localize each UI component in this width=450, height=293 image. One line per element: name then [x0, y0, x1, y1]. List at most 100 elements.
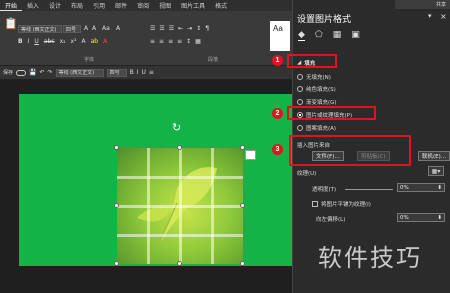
group-font-label: 字体 — [84, 57, 95, 63]
fill-line-icon[interactable]: ◆ — [298, 30, 305, 41]
multilevel-icon[interactable]: ☰ — [169, 25, 174, 32]
decrease-indent-icon[interactable]: ⇤ — [178, 25, 183, 32]
text-effect-icon[interactable]: A — [82, 38, 86, 45]
resize-handle[interactable] — [114, 203, 119, 208]
change-case-icon[interactable]: Aa — [102, 25, 110, 32]
group-paragraph-label: 段落 — [208, 57, 219, 63]
qt-underline-icon[interactable]: U — [141, 69, 145, 76]
align-left-icon[interactable]: ≡ — [150, 38, 155, 45]
tab-review[interactable]: 审阅 — [132, 1, 154, 10]
italic-icon[interactable]: I — [28, 38, 30, 45]
fill-option-pattern[interactable]: 图案填充(A) — [297, 124, 336, 132]
pane-options-dropdown[interactable]: ▾ — [428, 12, 432, 20]
resize-handle[interactable] — [177, 261, 182, 266]
paste-icon[interactable]: 📋 — [4, 17, 18, 30]
ribbon-tab-bar: 开始 插入 设计 布局 引用 邮件 审阅 视图 图片工具 格式 — [0, 0, 292, 11]
texture-picker-icon[interactable]: ▦▾ — [428, 166, 444, 176]
paragraph-row-1: ☰ ☰ ☰ ⇤ ⇥ ↕ ¶ — [150, 25, 209, 32]
offset-left-label: 向左偏移(L) — [316, 217, 346, 223]
spinner-arrows-icon: ⬍ — [437, 184, 442, 191]
radio-icon — [297, 86, 303, 92]
paragraph-row-2: ≡ ≡ ≡ ≡ ↕ ▦ — [150, 38, 201, 45]
resize-handle[interactable] — [177, 145, 182, 150]
grow-font-icon[interactable]: A — [84, 25, 88, 32]
font-name-select[interactable]: 等线 (西文正文) — [18, 25, 62, 33]
qt-align-icon[interactable]: ≡ — [149, 69, 154, 76]
tab-picture-tools[interactable]: 图片工具 — [176, 1, 210, 10]
tile-texture-checkbox[interactable]: 将图片平铺为纹理(I) — [312, 200, 371, 208]
styles-gallery[interactable]: Aa — [270, 21, 290, 51]
tab-home[interactable]: 开始 — [0, 1, 23, 11]
step-badge-3: 3 — [272, 144, 283, 155]
resize-handle[interactable] — [240, 145, 245, 150]
selected-picture[interactable] — [117, 148, 243, 264]
redo-icon[interactable]: ↷ — [48, 69, 53, 76]
option-label: 纯色填充(S) — [306, 87, 336, 93]
shading-icon[interactable]: ▦ — [195, 38, 201, 45]
qt-size-select[interactable]: 四号 — [106, 68, 127, 77]
tab-design[interactable]: 设计 — [44, 1, 66, 10]
fill-option-gradient[interactable]: 渐变填充(G) — [297, 98, 337, 106]
resize-handle[interactable] — [114, 145, 119, 150]
picture-icon[interactable]: ▣ — [351, 30, 360, 41]
justify-icon[interactable]: ≡ — [177, 38, 182, 45]
share-button[interactable]: 共享 — [436, 1, 446, 8]
align-center-icon[interactable]: ≡ — [159, 38, 164, 45]
tab-mailings[interactable]: 邮件 — [110, 1, 132, 10]
transparency-slider[interactable] — [345, 189, 393, 190]
sort-icon[interactable]: ↕ — [196, 25, 201, 32]
resize-handle[interactable] — [240, 261, 245, 266]
numbering-icon[interactable]: ☰ — [159, 25, 164, 32]
autosave-toggle[interactable] — [16, 69, 27, 76]
fill-option-solid[interactable]: 纯色填充(S) — [297, 85, 336, 93]
style-preview-icon: Aa — [273, 24, 283, 33]
resize-handle[interactable] — [240, 203, 245, 208]
qt-italic-icon[interactable]: I — [137, 69, 139, 76]
tab-references[interactable]: 引用 — [88, 1, 110, 10]
layout-properties-icon[interactable]: ▦ — [333, 30, 342, 41]
font-size-select[interactable]: 四号 — [63, 25, 81, 33]
increase-indent-icon[interactable]: ⇥ — [187, 25, 192, 32]
radio-icon — [297, 125, 303, 131]
qt-bold-icon[interactable]: B — [130, 69, 134, 76]
spinner-arrows-icon: ⬍ — [437, 214, 442, 221]
subscript-icon[interactable]: x₂ — [60, 38, 66, 45]
tab-insert[interactable]: 插入 — [22, 1, 44, 10]
bold-icon[interactable]: B — [18, 38, 23, 45]
tab-format[interactable]: 格式 — [210, 1, 232, 10]
quick-toolbar: 保存 💾 ↶ ↷ 等线 (西文正文) 四号 B I U ≡ — [0, 66, 292, 80]
grid-line — [117, 205, 243, 208]
superscript-icon[interactable]: x² — [71, 38, 77, 45]
align-right-icon[interactable]: ≡ — [168, 38, 173, 45]
checkbox-icon — [312, 201, 318, 207]
shrink-font-icon[interactable]: A — [92, 25, 96, 32]
option-label: 图案填充(A) — [306, 126, 337, 132]
effects-icon[interactable]: ⬠ — [315, 30, 323, 41]
line-spacing-icon[interactable]: ↕ — [186, 38, 191, 45]
fill-option-none[interactable]: 无填充(N) — [297, 73, 331, 81]
highlight-icon[interactable]: ab — [91, 38, 99, 45]
font-color-icon[interactable]: A — [103, 38, 107, 45]
underline-icon[interactable]: U — [34, 38, 38, 45]
save-icon[interactable]: 💾 — [29, 69, 36, 76]
undo-icon[interactable]: ↶ — [40, 69, 45, 76]
resize-handle[interactable] — [114, 261, 119, 266]
offset-left-spinner[interactable]: 0% ⬍ — [397, 213, 445, 222]
layout-options-icon[interactable] — [245, 150, 256, 160]
tab-view[interactable]: 视图 — [154, 1, 176, 10]
qt-font-select[interactable]: 等线 (西文正文) — [55, 68, 104, 77]
pane-title: 设置图片格式 — [297, 15, 352, 25]
show-marks-icon[interactable]: ¶ — [205, 25, 209, 32]
step-badge-1: 1 — [272, 55, 283, 66]
bullets-icon[interactable]: ☰ — [150, 25, 155, 32]
online-button[interactable]: 联机(E)... — [418, 151, 450, 161]
tab-layout[interactable]: 布局 — [66, 1, 88, 10]
clear-format-icon[interactable]: A — [116, 25, 120, 32]
radio-icon — [297, 99, 303, 105]
transparency-spinner[interactable]: 0% ⬍ — [397, 183, 445, 192]
rotate-handle-icon[interactable]: ↻ — [172, 121, 181, 134]
transparency-label: 透明度(T) — [312, 187, 337, 193]
texture-label: 纹理(U) — [297, 171, 317, 177]
close-pane-button[interactable]: × — [440, 12, 447, 21]
strikethrough-icon[interactable]: abc — [44, 38, 55, 45]
